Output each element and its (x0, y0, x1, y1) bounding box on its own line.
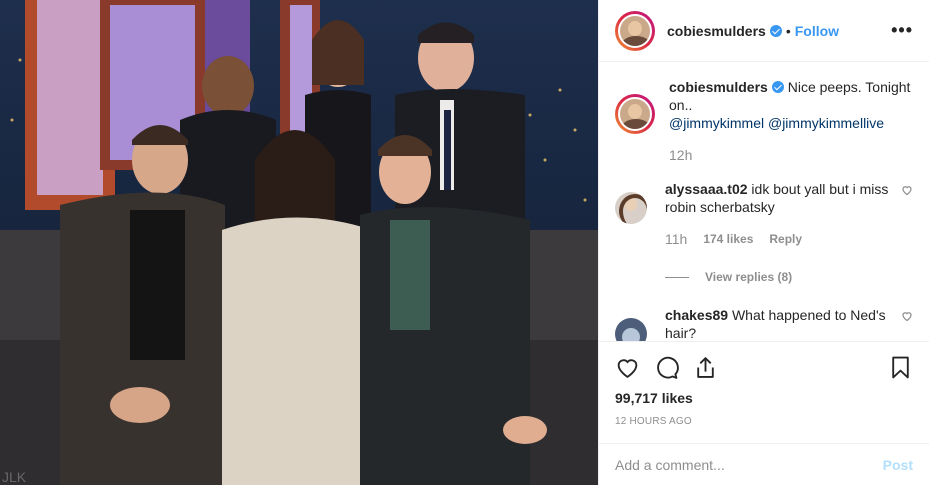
comment-icon[interactable] (654, 355, 679, 380)
comment-input[interactable] (615, 456, 883, 473)
header-username-text[interactable]: cobiesmulders (667, 23, 766, 39)
avatar[interactable] (618, 13, 652, 48)
share-icon[interactable] (693, 355, 718, 380)
post-header: cobiesmulders • Follow ••• (599, 0, 929, 62)
comment-likes[interactable]: 174 likes (703, 230, 753, 248)
view-replies-label[interactable]: View replies (8) (705, 270, 792, 284)
commenter-avatar[interactable] (615, 318, 647, 341)
comment-body: alyssaaa.t02 idk bout yall but i miss ro… (665, 180, 900, 248)
verified-icon (769, 24, 782, 37)
comment-body: chakes89 What happened to Ned's hair? (665, 306, 900, 341)
header-username[interactable]: cobiesmulders (667, 23, 782, 39)
caption-username[interactable]: cobiesmulders (669, 79, 768, 95)
comment-heart-icon[interactable] (901, 310, 913, 322)
post-actions: 99,717 likes 12 HOURS AGO (599, 341, 929, 443)
group-photo-image: JLK (0, 0, 598, 485)
comments-list[interactable]: cobiesmulders Nice peeps. Tonight on.. @… (599, 62, 929, 341)
reply-button[interactable]: Reply (769, 230, 802, 248)
post-photo[interactable]: JLK (0, 0, 598, 485)
commenter-avatar[interactable] (615, 192, 647, 224)
post-button[interactable]: Post (883, 457, 913, 473)
comment-meta: 11h 174 likes Reply (665, 230, 900, 248)
story-ring[interactable] (615, 10, 655, 51)
caption: cobiesmulders Nice peeps. Tonight on.. @… (615, 78, 913, 164)
add-comment-bar: Post (599, 443, 929, 485)
likes-count[interactable]: 99,717 likes (615, 390, 913, 406)
caption-avatar[interactable] (618, 97, 652, 131)
comment-username[interactable]: chakes89 (665, 307, 728, 323)
follow-button[interactable]: Follow (795, 23, 839, 39)
comment-item: alyssaaa.t02 idk bout yall but i miss ro… (615, 180, 913, 248)
comment-heart-icon[interactable] (901, 184, 913, 196)
comment-username[interactable]: alyssaaa.t02 (665, 181, 748, 197)
separator-dot: • (785, 22, 791, 39)
more-icon[interactable]: ••• (891, 20, 913, 41)
post-timestamp[interactable]: 12 HOURS AGO (615, 416, 913, 427)
caption-time[interactable]: 12h (669, 146, 913, 164)
caption-story-ring[interactable] (615, 94, 655, 134)
bookmark-icon[interactable] (888, 355, 913, 380)
heart-icon[interactable] (615, 355, 640, 380)
mention-link[interactable]: @jimmykimmellive (768, 115, 884, 131)
comment-item: chakes89 What happened to Ned's hair? (615, 306, 913, 341)
post-side-panel: cobiesmulders • Follow ••• cobiesmulders… (598, 0, 929, 485)
mention-link[interactable]: @jimmykimmel (669, 115, 764, 131)
verified-icon (771, 81, 784, 93)
view-replies-line (665, 276, 689, 278)
action-icons (615, 352, 913, 382)
view-replies-button[interactable]: View replies (8) (665, 270, 913, 284)
comment-time[interactable]: 11h (665, 230, 687, 248)
caption-body: cobiesmulders Nice peeps. Tonight on.. @… (669, 78, 913, 164)
svg-text:JLK: JLK (2, 469, 27, 485)
